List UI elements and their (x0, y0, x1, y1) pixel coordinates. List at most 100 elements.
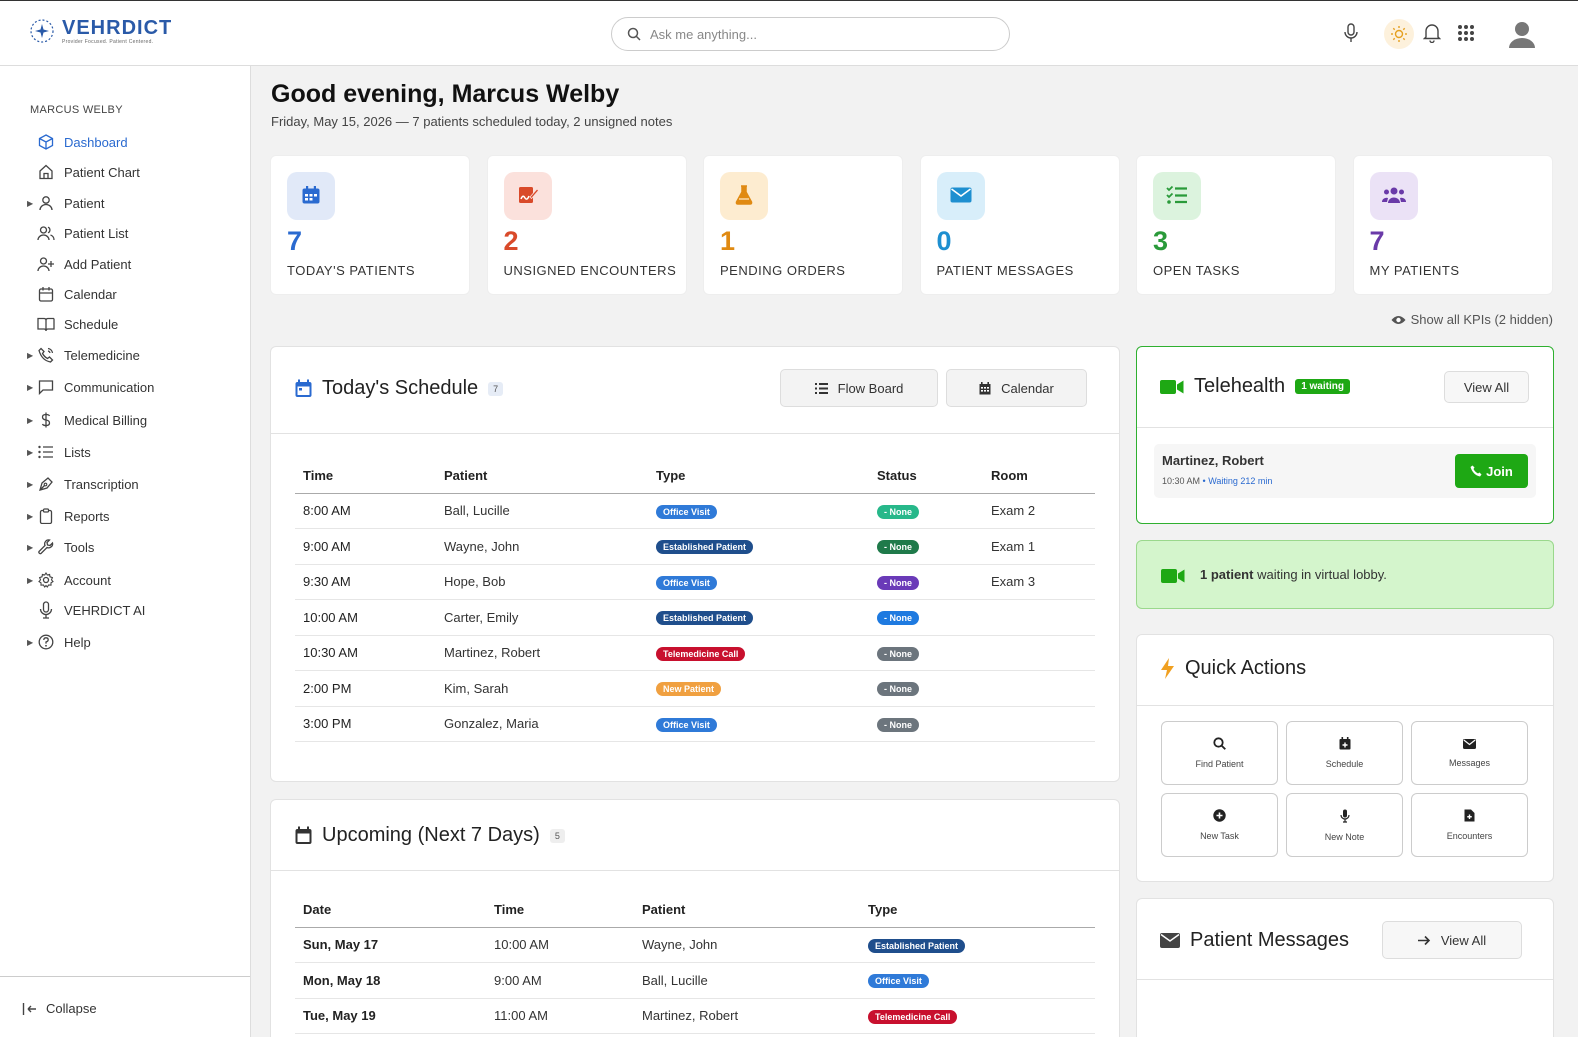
caret-right-icon[interactable]: ▶ (27, 576, 33, 585)
status-badge[interactable]: - None (877, 611, 919, 626)
avatar[interactable] (1507, 19, 1537, 49)
search-box[interactable] (611, 17, 1010, 51)
caret-right-icon[interactable]: ▶ (27, 480, 33, 489)
calendar-button[interactable]: Calendar (946, 369, 1087, 407)
caret-right-icon[interactable]: ▶ (27, 383, 33, 392)
table-row[interactable]: 10:00 AM Carter, Emily Established Patient… (295, 599, 1095, 636)
kpi-card-open-tasks[interactable]: 3 OPEN TASKS (1136, 155, 1336, 295)
quick-action-find-patient-button[interactable]: Find Patient (1161, 721, 1278, 785)
status-badge[interactable]: - None (877, 646, 919, 661)
sidebar-item-telemedicine[interactable]: ▶ Telemedicine (0, 343, 250, 367)
patient-name[interactable]: Hope, Bob (436, 564, 648, 600)
show-all-kpis-link[interactable]: Show all KPIs (2 hidden) (1391, 312, 1553, 327)
caret-right-icon[interactable]: ▶ (27, 416, 33, 425)
divider (271, 433, 1119, 434)
kpi-card-pending-orders[interactable]: 1 PENDING ORDERS (703, 155, 903, 295)
patient-name[interactable]: Gonzalez, Maria (436, 706, 648, 742)
patient-name[interactable]: Carter, Emily (436, 599, 648, 636)
flow-board-button[interactable]: Flow Board (780, 369, 938, 407)
table-row[interactable]: 9:00 AM Wayne, John Established Patient - N… (295, 528, 1095, 565)
theme-toggle-sun-icon[interactable] (1384, 19, 1414, 49)
kpi-card-unsigned-encounters[interactable]: 2 UNSIGNED ENCOUNTERS (486, 155, 687, 295)
kpi-card-today-s-patients[interactable]: 7 TODAY'S PATIENTS (270, 155, 470, 295)
cube-icon (37, 133, 55, 151)
sidebar-item-reports[interactable]: ▶ Reports (0, 504, 250, 528)
quick-action-new-task-button[interactable]: New Task (1161, 793, 1278, 857)
patient-name[interactable]: Martinez, Robert (634, 998, 860, 1034)
kpi-icon-box (1153, 172, 1201, 220)
bell-icon[interactable] (1420, 21, 1444, 45)
patient-name[interactable]: Wayne, John (436, 528, 648, 565)
table-row[interactable]: Sun, May 17 10:00 AM Wayne, John Establishe… (295, 927, 1095, 963)
messages-view-all-button[interactable]: View All (1382, 921, 1522, 959)
quick-action-encounters-button[interactable]: Encounters (1411, 793, 1528, 857)
calendar-icon (979, 381, 991, 394)
table-row[interactable]: 3:00 PM Gonzalez, Maria Office Visit - None (295, 706, 1095, 742)
table-row[interactable]: 2:00 PM Kim, Sarah New Patient - None (295, 670, 1095, 707)
table-row[interactable]: 9:30 AM Hope, Bob Office Visit - None Exam 3 (295, 564, 1095, 600)
waiting-patient-row[interactable]: Martinez, Robert 10:30 AM • Waiting 212 … (1154, 444, 1536, 498)
caret-right-icon[interactable]: ▶ (27, 543, 33, 552)
sidebar-item-vehrdict-ai[interactable]: VEHRDICT AI (0, 598, 250, 622)
room: Exam 2 (983, 493, 1095, 529)
table-row[interactable]: Mon, May 18 9:00 AM Ball, Lucille Office Vi… (295, 962, 1095, 999)
quick-action-new-note-button[interactable]: New Note (1286, 793, 1403, 857)
page-title: Good evening, Marcus Welby (271, 80, 620, 108)
search-input[interactable] (650, 26, 980, 42)
sidebar-item-dashboard[interactable]: Dashboard (0, 130, 250, 154)
caret-right-icon[interactable]: ▶ (27, 351, 33, 360)
kpi-label: MY PATIENTS (1369, 263, 1460, 278)
patient-name[interactable]: Ball, Lucille (634, 962, 860, 999)
status-badge[interactable]: - None (877, 504, 919, 519)
quick-action-schedule-button[interactable]: Schedule (1286, 721, 1403, 785)
sidebar-item-tools[interactable]: ▶ Tools (0, 535, 250, 559)
sidebar-item-label: Transcription (64, 476, 139, 492)
quick-action-messages-button[interactable]: Messages (1411, 721, 1528, 785)
table-row[interactable]: 10:30 AM Martinez, Robert Telemedicine Cal… (295, 635, 1095, 671)
status-badge[interactable]: - None (877, 682, 919, 697)
sidebar-item-account[interactable]: ▶ Account (0, 568, 250, 592)
sidebar-item-communication[interactable]: ▶ Communication (0, 375, 250, 399)
sidebar-item-patient-list[interactable]: Patient List (0, 221, 250, 245)
table-row[interactable]: 8:00 AM Ball, Lucille Office Visit - None Ex… (295, 493, 1095, 529)
logo[interactable]: VEHRDICT Provider Focused. Patient Cente… (28, 17, 172, 45)
sidebar-item-transcription[interactable]: ▶ Transcription (0, 472, 250, 496)
kpi-icon-box (720, 172, 768, 220)
status-badge[interactable]: - None (877, 717, 919, 732)
status-badge[interactable]: - None (877, 575, 919, 590)
sidebar-item-label: Medical Billing (64, 412, 148, 428)
collapse-button[interactable]: Collapse (22, 1001, 97, 1016)
visit-type-badge: Telemedicine Call (868, 1009, 958, 1024)
patient-name[interactable]: Martinez, Robert (436, 635, 648, 671)
caret-right-icon[interactable]: ▶ (27, 638, 33, 647)
search-icon (1213, 737, 1226, 752)
visit-type-badge: Established Patient (656, 611, 754, 626)
status-badge[interactable]: - None (877, 540, 919, 555)
caret-right-icon[interactable]: ▶ (27, 199, 33, 208)
sidebar-item-add-patient[interactable]: Add Patient (0, 252, 250, 276)
sidebar-item-help[interactable]: ▶ Help (0, 630, 250, 654)
kpi-card-patient-messages[interactable]: 0 PATIENT MESSAGES (919, 155, 1120, 295)
patient-name[interactable]: Ball, Lucille (436, 493, 648, 529)
patient-name[interactable]: Wayne, John (634, 927, 860, 963)
sidebar-item-schedule[interactable]: Schedule (0, 312, 250, 336)
sidebar-item-medical-billing[interactable]: ▶ Medical Billing (0, 408, 250, 432)
sidebar-item-lists[interactable]: ▶ Lists (0, 440, 250, 464)
telehealth-view-all-button[interactable]: View All (1444, 371, 1529, 403)
eye-icon (1391, 315, 1406, 324)
caret-right-icon[interactable]: ▶ (27, 512, 33, 521)
kpi-value: 1 (720, 226, 736, 256)
mic-icon[interactable] (1339, 21, 1363, 45)
apps-grid-icon[interactable] (1454, 21, 1478, 45)
sidebar-item-label: Calendar (64, 286, 117, 302)
sidebar-item-patient-chart[interactable]: Patient Chart (0, 160, 250, 184)
table-row[interactable]: Tue, May 19 11:00 AM Martinez, Robert Telem… (295, 998, 1095, 1034)
flow-board-label: Flow Board (837, 380, 904, 396)
sidebar-item-patient[interactable]: ▶ Patient (0, 191, 250, 215)
kpi-card-my-patients[interactable]: 7 MY PATIENTS (1352, 155, 1553, 295)
caret-right-icon[interactable]: ▶ (27, 448, 33, 457)
join-button[interactable]: Join (1455, 454, 1528, 488)
patient-name[interactable]: Kim, Sarah (436, 670, 648, 707)
schedule-header: Today's Schedule 7 (295, 377, 504, 400)
sidebar-item-calendar[interactable]: Calendar (0, 282, 250, 306)
